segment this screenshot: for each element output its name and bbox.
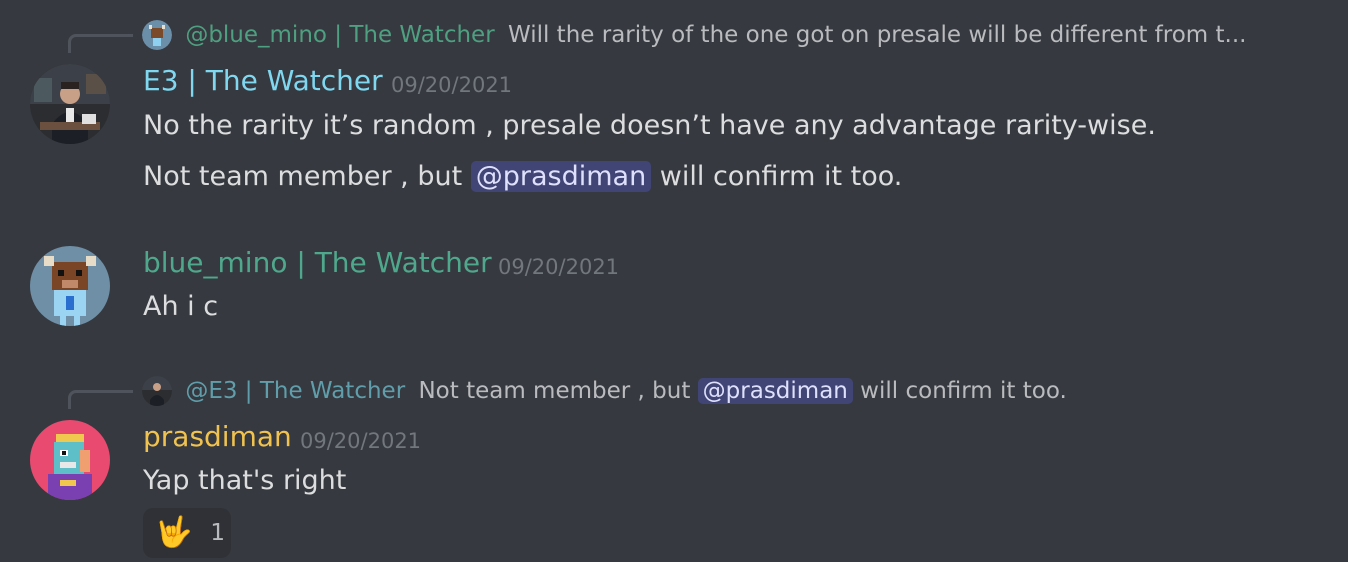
reply-text: Will the rarity of the one got on presal… — [507, 21, 1247, 48]
reply-author[interactable]: @E3 | The Watcher — [185, 378, 405, 404]
message-author[interactable]: E3 | The Watcher — [143, 64, 383, 98]
user-mention[interactable]: @prasdiman — [697, 377, 853, 404]
message-timestamp: 09/20/2021 — [498, 255, 620, 279]
user-mention[interactable]: @prasdiman — [470, 161, 652, 192]
avatar[interactable] — [30, 64, 110, 144]
reply-preview[interactable]: @blue_mino | The Watcher Will the rarity… — [142, 20, 1246, 50]
reply-spine — [68, 390, 133, 409]
reply-spine — [68, 34, 133, 53]
avatar[interactable] — [30, 420, 110, 500]
message-text: No the rarity it’s random , presale does… — [143, 110, 1156, 141]
message-timestamp: 09/20/2021 — [391, 73, 513, 97]
message-text-segment: Not team member , but — [143, 161, 471, 192]
reaction-count: 1 — [210, 520, 225, 546]
reply-text-segment: Not team member , but — [418, 377, 698, 404]
reply-avatar — [142, 376, 172, 406]
reaction-button[interactable]: 🤟 1 — [143, 508, 231, 558]
reply-text: Not team member , but @prasdiman will co… — [418, 377, 1067, 404]
message-text: Ah i c — [143, 291, 219, 322]
reply-preview[interactable]: @E3 | The Watcher Not team member , but … — [142, 376, 1067, 406]
message-author[interactable]: prasdiman — [143, 420, 292, 454]
reply-avatar — [142, 20, 172, 50]
message-text: Not team member , but @prasdiman will co… — [143, 160, 902, 194]
avatar[interactable] — [30, 246, 110, 326]
message-text-segment: will confirm it too. — [651, 161, 903, 192]
chat-messages: @blue_mino | The Watcher Will the rarity… — [0, 0, 1348, 562]
reply-text-segment: will confirm it too. — [852, 377, 1067, 404]
message-text: Yap that's right — [143, 465, 347, 496]
reply-author[interactable]: @blue_mino | The Watcher — [185, 22, 494, 48]
message-timestamp: 09/20/2021 — [300, 429, 422, 453]
rock-on-hand-icon: 🤟 — [155, 515, 193, 550]
message-author[interactable]: blue_mino | The Watcher — [143, 246, 492, 280]
